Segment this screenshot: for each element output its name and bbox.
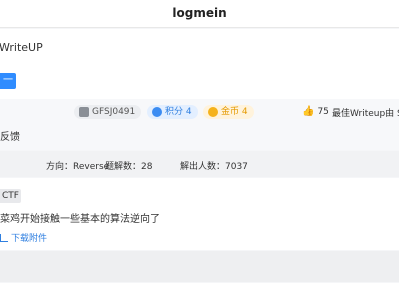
next-question-button[interactable]: 一题 [0, 73, 16, 102]
like-count: 75 [317, 107, 329, 117]
username-badge[interactable]: GFSJ0491 [74, 105, 142, 119]
download-label: 下载附件 [11, 234, 48, 244]
writeup-heading: WriteUP [0, 41, 43, 54]
direction-stat: 方向：Reverse [46, 162, 110, 172]
download-attachment-link[interactable]: 下载附件 [0, 231, 47, 244]
solvers-stat: 解出人数：7037 [180, 162, 248, 172]
writeup-section: WriteUP 一题 [0, 29, 399, 102]
feedback-link[interactable]: 反馈 [0, 128, 20, 143]
diamond-icon [152, 107, 162, 117]
best-writeup-label: 最佳Writeup由 S [332, 109, 399, 119]
stats-bar: 方向：Reverse 题解数：28 解出人数：7037 [0, 151, 399, 177]
page-title: logmein [172, 6, 227, 20]
ctf-badge: CTF [0, 189, 21, 203]
solves-stat: 题解数：28 [105, 162, 153, 172]
challenge-description: 菜鸡开始接触一些基本的算法逆向了 [0, 214, 160, 225]
coin-icon [208, 107, 218, 117]
bottom-panel [0, 283, 399, 300]
score-badge: 积分 4 [147, 105, 198, 119]
user-avatar-icon [79, 107, 89, 117]
like-button[interactable]: 👍 75 [302, 106, 329, 117]
coin-label: 金币 4 [221, 107, 248, 117]
coin-badge: 金币 4 [203, 105, 254, 119]
score-label: 积分 4 [165, 107, 192, 117]
thumb-up-icon: 👍 [302, 106, 315, 117]
author-strip: GFSJ0491 积分 4 金币 4 👍 75 最佳Writeup由 S 反馈 [0, 99, 399, 150]
download-icon [0, 234, 8, 242]
challenge-section: CTF 菜鸡开始接触一些基本的算法逆向了 下载附件 [0, 178, 399, 250]
top-header: logmein [0, 0, 399, 28]
username-label: GFSJ0491 [92, 107, 136, 117]
gray-divider-bar [0, 251, 399, 282]
